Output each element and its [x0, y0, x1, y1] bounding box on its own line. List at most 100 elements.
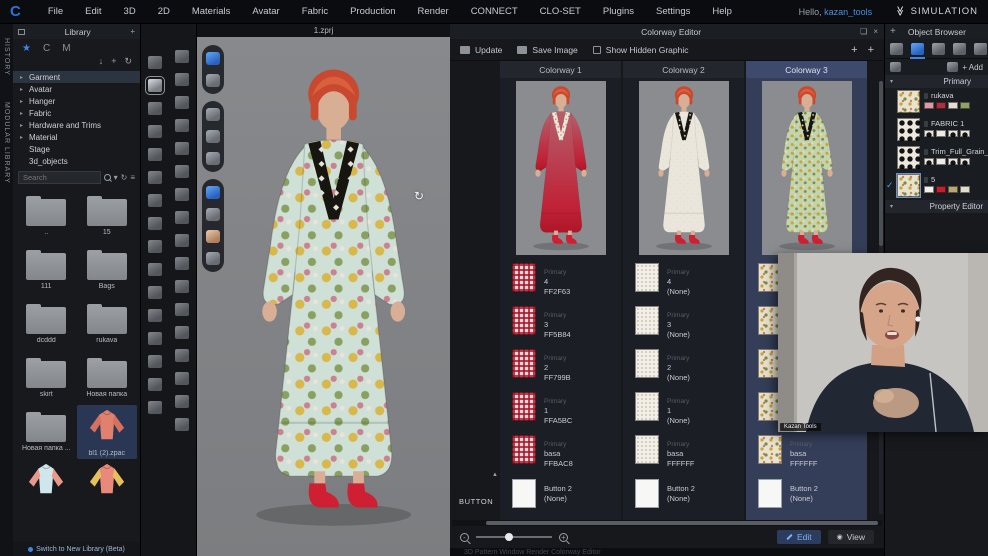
save-image-button[interactable]: Save Image [517, 45, 578, 55]
tool-icon-sewing-machine[interactable] [147, 171, 162, 184]
menu-item-avatar[interactable]: Avatar [241, 6, 290, 17]
tree-item-hardware-and-trims[interactable]: ▸ Hardware and Trims [13, 119, 140, 131]
bottom-tabs[interactable]: 3D Pattern Window Render Colorway Editor [450, 548, 884, 556]
fabric-swatch[interactable] [635, 306, 659, 335]
tool-icon-skirt[interactable] [147, 332, 162, 345]
colorway-chip[interactable] [960, 102, 970, 109]
fabric-swatch[interactable] [512, 392, 536, 421]
tree-item-3d_objects[interactable]: 3d_objects [13, 155, 140, 167]
tool-icon-trim-2[interactable] [175, 418, 190, 431]
graphic-tab-icon[interactable] [932, 42, 945, 55]
fabric-item-rukava[interactable]: rukava [885, 88, 988, 116]
tool-icon-swatch[interactable] [175, 303, 190, 316]
fabric-tab-icon[interactable] [910, 42, 925, 59]
tool-icon-fold[interactable] [147, 240, 162, 253]
tree-item-avatar[interactable]: ▸ Avatar [13, 83, 140, 95]
fabric-swatch[interactable] [635, 435, 659, 464]
switch-new-library-link[interactable]: Switch to New Library (Beta) [13, 542, 140, 556]
colorway-chip[interactable] [936, 158, 946, 165]
avatar-mode-icon[interactable] [206, 74, 220, 87]
horizontal-scrollbar[interactable] [452, 520, 882, 526]
edit-button[interactable]: Edit [776, 530, 821, 544]
menu-item-2d[interactable]: 2D [147, 6, 181, 17]
colorway-chip[interactable] [924, 158, 934, 165]
fabric-thumbnail[interactable] [897, 90, 920, 113]
tool-icon-pose-7[interactable] [175, 211, 190, 224]
tool-icon-hat[interactable] [147, 378, 162, 391]
file-thumb[interactable] [16, 459, 77, 513]
menu-item-edit[interactable]: Edit [74, 6, 112, 17]
dock-add-icon[interactable]: + [890, 26, 896, 37]
clo-logo-icon[interactable]: C [10, 4, 21, 19]
tree-item-garment[interactable]: ▸ Garment [13, 71, 140, 83]
button-tab-icon[interactable] [953, 42, 966, 55]
show-hidden-graphic-checkbox[interactable]: Show Hidden Graphic [592, 45, 688, 55]
tool-icon-tops[interactable] [147, 263, 162, 276]
expand-arrow-icon[interactable]: ▸ [20, 74, 25, 81]
face-mode-icon[interactable] [206, 230, 220, 243]
tool-icon-swatch-2[interactable] [175, 326, 190, 339]
expand-arrow-icon[interactable]: ▸ [20, 122, 25, 129]
clo-library-icon[interactable]: C [43, 43, 50, 54]
update-button[interactable]: Update [460, 45, 502, 55]
colorway-chip[interactable] [948, 158, 958, 165]
folder-rukava[interactable]: rukava [77, 297, 138, 351]
colorway-column-header[interactable]: Colorway 2 [623, 61, 744, 78]
download-icon[interactable]: ↓ [99, 56, 104, 67]
folder-15[interactable]: 15 [77, 189, 138, 243]
fabric-thumbnail[interactable] [896, 173, 921, 198]
garment-mode-icon[interactable] [206, 108, 220, 121]
fabric-swatch[interactable] [512, 306, 536, 335]
colorway-chip[interactable] [960, 158, 970, 165]
folder-skirt[interactable]: skirt [16, 351, 77, 405]
model-mode-icon[interactable] [206, 152, 220, 165]
favorites-star-icon[interactable]: ★ [22, 43, 31, 54]
menu-item-clo-set[interactable]: CLO-SET [529, 6, 592, 17]
button-swatch[interactable] [758, 478, 782, 508]
menu-item-production[interactable]: Production [339, 6, 406, 17]
panel-pin-icon[interactable]: + [130, 27, 135, 36]
viewport-canvas[interactable]: ↻ [197, 37, 450, 556]
tree-item-stage[interactable]: Stage [13, 143, 140, 155]
fabric-swatch[interactable] [635, 263, 659, 292]
tool-icon-texture[interactable] [175, 257, 190, 270]
menu-item-3d[interactable]: 3D [113, 6, 147, 17]
colorway-chip[interactable] [948, 186, 958, 193]
search-icon[interactable] [103, 174, 111, 181]
colorway-thumbnail[interactable] [623, 78, 744, 259]
side-tab-modular-library[interactable]: MODULAR LIBRARY [3, 102, 10, 184]
folder-Новая папка ...[interactable]: Новая папка ... [16, 405, 77, 459]
tool-icon-accessory[interactable] [147, 401, 162, 414]
tool-icon-shoes[interactable] [147, 355, 162, 368]
colorway-chip[interactable] [924, 102, 934, 109]
reload-icon[interactable]: ↻ [121, 173, 128, 182]
fabric-item-trim-full-grain-l[interactable]: Trim_Full_Grain_L [885, 144, 988, 172]
viewport-tab[interactable]: 1.zprj [197, 24, 450, 37]
menu-item-fabric[interactable]: Fabric [291, 6, 339, 17]
colorway-thumbnail[interactable] [746, 78, 867, 259]
trim-tab-icon[interactable] [974, 42, 987, 55]
colorway-chip[interactable] [936, 186, 946, 193]
search-filter-caret-icon[interactable]: ▾ [114, 173, 118, 182]
colorway-thumbnail[interactable] [500, 78, 621, 259]
tool-icon-pants[interactable] [147, 309, 162, 322]
gem-mode-icon[interactable] [206, 52, 220, 65]
colorway-column-header[interactable]: Colorway 3 [746, 61, 867, 78]
folder-..[interactable]: .. [16, 189, 77, 243]
file-thumb[interactable] [77, 459, 138, 513]
folder-dcddd[interactable]: dcddd [16, 297, 77, 351]
tool-icon-pattern[interactable] [175, 349, 190, 362]
button-swatch[interactable] [635, 478, 659, 508]
flat-mode-icon[interactable] [206, 208, 220, 221]
add-folder-icon[interactable] [947, 62, 959, 72]
expand-arrow-icon[interactable]: ▸ [20, 98, 25, 105]
clone-colorway-button[interactable]: + [868, 44, 874, 56]
folder-111[interactable]: 111 [16, 243, 77, 297]
fabric-item-5[interactable]: ✓ 5 [885, 172, 988, 200]
copy-fabric-icon[interactable] [890, 62, 901, 72]
tool-icon-pose-5[interactable] [175, 165, 190, 178]
fabric-swatch[interactable] [635, 349, 659, 378]
fabric-swatch[interactable] [758, 435, 782, 464]
tool-icon-pose-6[interactable] [175, 188, 190, 201]
tool-icon-import[interactable] [147, 56, 162, 69]
